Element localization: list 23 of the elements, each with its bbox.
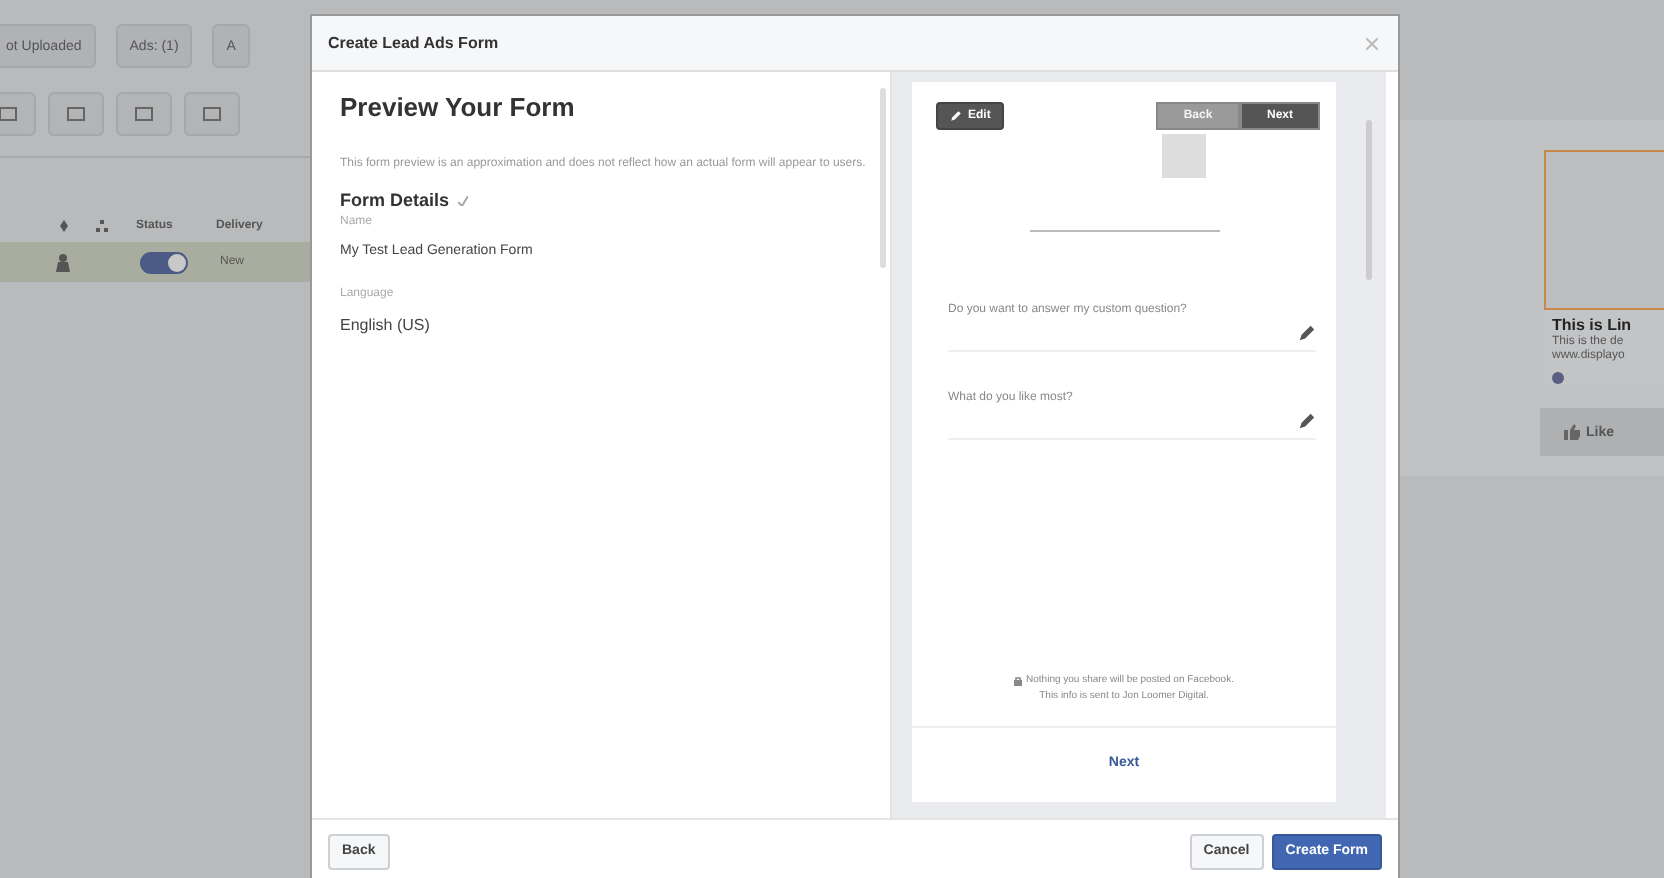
pencil-icon <box>1298 412 1316 430</box>
person-icon <box>56 253 70 271</box>
preview-heading: Preview Your Form <box>340 92 577 122</box>
thumbs-up-icon <box>1564 424 1580 440</box>
status-toggle[interactable] <box>140 251 188 273</box>
check-icon <box>457 195 468 205</box>
section-heading: Form Details <box>340 190 450 210</box>
toolbar-button[interactable] <box>48 92 104 136</box>
network-icon <box>96 220 108 232</box>
close-icon[interactable] <box>1366 37 1378 49</box>
pencil-icon <box>1298 324 1316 342</box>
logo-placeholder <box>1162 134 1206 178</box>
square-icon <box>202 106 222 122</box>
toolbar-button[interactable] <box>184 92 240 136</box>
square-icon <box>66 106 86 122</box>
dialog-title: Create Lead Ads Form <box>328 34 499 52</box>
lock-icon <box>1014 675 1023 685</box>
field-value: English (US) <box>340 316 432 334</box>
sort-icon <box>60 220 68 232</box>
square-icon <box>134 106 154 122</box>
ad-headline: This is Lin <box>1550 314 1634 334</box>
toolbar-button[interactable] <box>116 92 172 136</box>
pencil-icon <box>950 110 962 122</box>
